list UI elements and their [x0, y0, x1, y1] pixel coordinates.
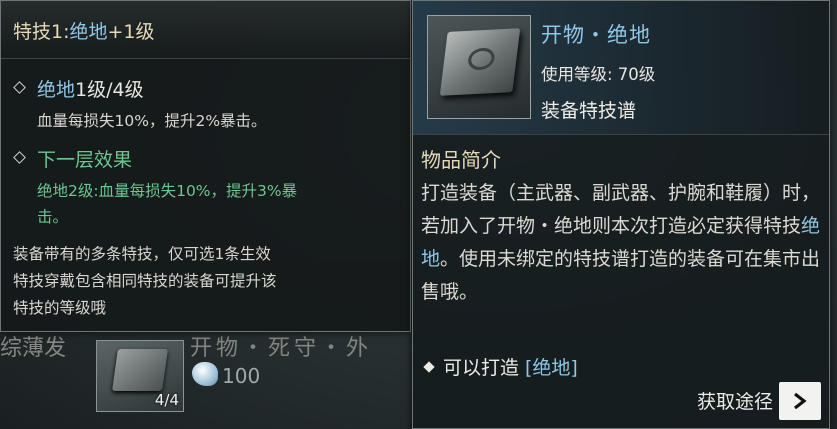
item-type: 装备特技谱 — [541, 100, 637, 122]
item-price: 100 — [222, 364, 261, 388]
shell-currency-icon — [192, 362, 218, 386]
skill-tooltip: 特技1:绝地+1级 绝地1级/4级 血量每损失10%，提升2%暴击。 下一层效果… — [0, 0, 411, 332]
item-tooltip: 开物・绝地 使用等级: 70级 装备特技谱 物品简介 打造装备（主武器、副武器、… — [412, 0, 830, 429]
manual-plate — [439, 28, 521, 96]
item-intro: 打造装备（主武器、副武器、护腕和鞋履）时，若加入了开物・绝地则本次打造必定获得特… — [421, 177, 825, 309]
title-suffix: +1级 — [107, 21, 155, 43]
next-level-desc-line1: 绝地2级:血量每损失10%，提升3%暴 — [37, 182, 298, 200]
current-skill-desc: 血量每损失10%，提升2%暴击。 — [37, 112, 267, 130]
diamond-bullet-icon — [13, 81, 26, 94]
note-line: 特技的等级哦 — [13, 299, 107, 317]
current-skill-level: 1级/4级 — [75, 79, 144, 101]
diamond-bullet-icon — [423, 361, 435, 373]
item-name: 开物・绝地 — [541, 23, 651, 47]
next-level-header: 下一层效果 — [37, 149, 133, 171]
background-item-name: 开物・死守・外 — [190, 336, 373, 361]
skill-note: 装备带有的多条特技，仅可选1条生效 特技穿戴包含相同特技的装备可提升该 特技的等… — [13, 241, 393, 322]
obtain-button[interactable] — [779, 382, 821, 420]
skill-tooltip-header: 特技1:绝地+1级 — [1, 1, 410, 59]
item-tooltip-header: 开物・绝地 使用等级: 70级 装备特技谱 — [413, 1, 829, 135]
background-side-text: 综薄发 — [0, 336, 67, 361]
note-line: 特技穿戴包含相同特技的装备可提升该 — [13, 272, 277, 290]
skill-manual-icon — [427, 15, 531, 119]
craft-skill-tag[interactable]: [绝地] — [525, 357, 578, 379]
title-skill-name: 绝地 — [69, 21, 108, 43]
next-level-desc-line2: 击。 — [37, 208, 69, 226]
skill-tooltip-title: 特技1:绝地+1级 — [13, 17, 155, 44]
craft-label: 可以打造 — [443, 357, 520, 379]
skill-manual-icon — [112, 349, 168, 391]
obtain-label[interactable]: 获取途径 — [697, 387, 773, 414]
background-item-slot[interactable]: 4/4 — [96, 340, 184, 412]
chevron-right-icon — [794, 392, 807, 410]
note-line: 装备带有的多条特技，仅可选1条生效 — [13, 245, 271, 263]
intro-text: 打造装备（主武器、副武器、护腕和鞋履）时，若加入了开物・绝地则本次打造必定获得特… — [421, 182, 821, 237]
craftable-line: 可以打造 [绝地] — [421, 353, 578, 380]
title-prefix: 特技1: — [13, 21, 70, 43]
intro-text: 。使用未绑定的特技谱打造的装备可在集市出售哦。 — [421, 248, 821, 303]
item-count: 4/4 — [154, 391, 179, 409]
current-skill-line: 绝地1级/4级 — [37, 75, 144, 102]
item-use-level: 使用等级: 70级 — [541, 65, 656, 84]
current-skill-name: 绝地 — [37, 79, 76, 101]
emblem-icon — [466, 47, 496, 71]
section-title: 物品简介 — [421, 148, 501, 172]
diamond-bullet-icon — [13, 151, 26, 164]
